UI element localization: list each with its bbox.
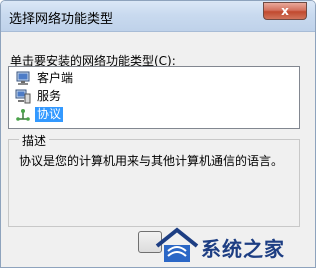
list-item-label: 客户端 [37,71,74,85]
list-item-label: 服务 [37,89,62,103]
list-item-service[interactable]: 服务 [13,88,133,105]
client-computer-icon [16,71,30,85]
close-icon: x [281,4,289,18]
service-icon [15,89,31,104]
description-title: 描述 [19,132,50,149]
list-item-label: 协议 [35,107,64,122]
close-button[interactable]: x [263,2,307,20]
protocol-icon [16,109,30,121]
dialog-window: 选择网络功能类型 x 单击要安装的网络功能类型(C): 客户端 服务 协议 描述… [0,0,316,268]
house-logo-icon [155,227,199,262]
window-title: 选择网络功能类型 [9,12,114,27]
function-type-list[interactable]: 客户端 服务 协议 [8,66,300,129]
watermark-text: 系统之家 [201,237,285,261]
watermark-logo: 系统之家 [151,223,315,267]
title-bar: 选择网络功能类型 x [1,1,315,32]
list-item-protocol[interactable]: 协议 [13,106,133,123]
list-item-client[interactable]: 客户端 [13,70,133,87]
description-text: 协议是您的计算机用来与其他计算机通信的语言。 [19,154,284,168]
